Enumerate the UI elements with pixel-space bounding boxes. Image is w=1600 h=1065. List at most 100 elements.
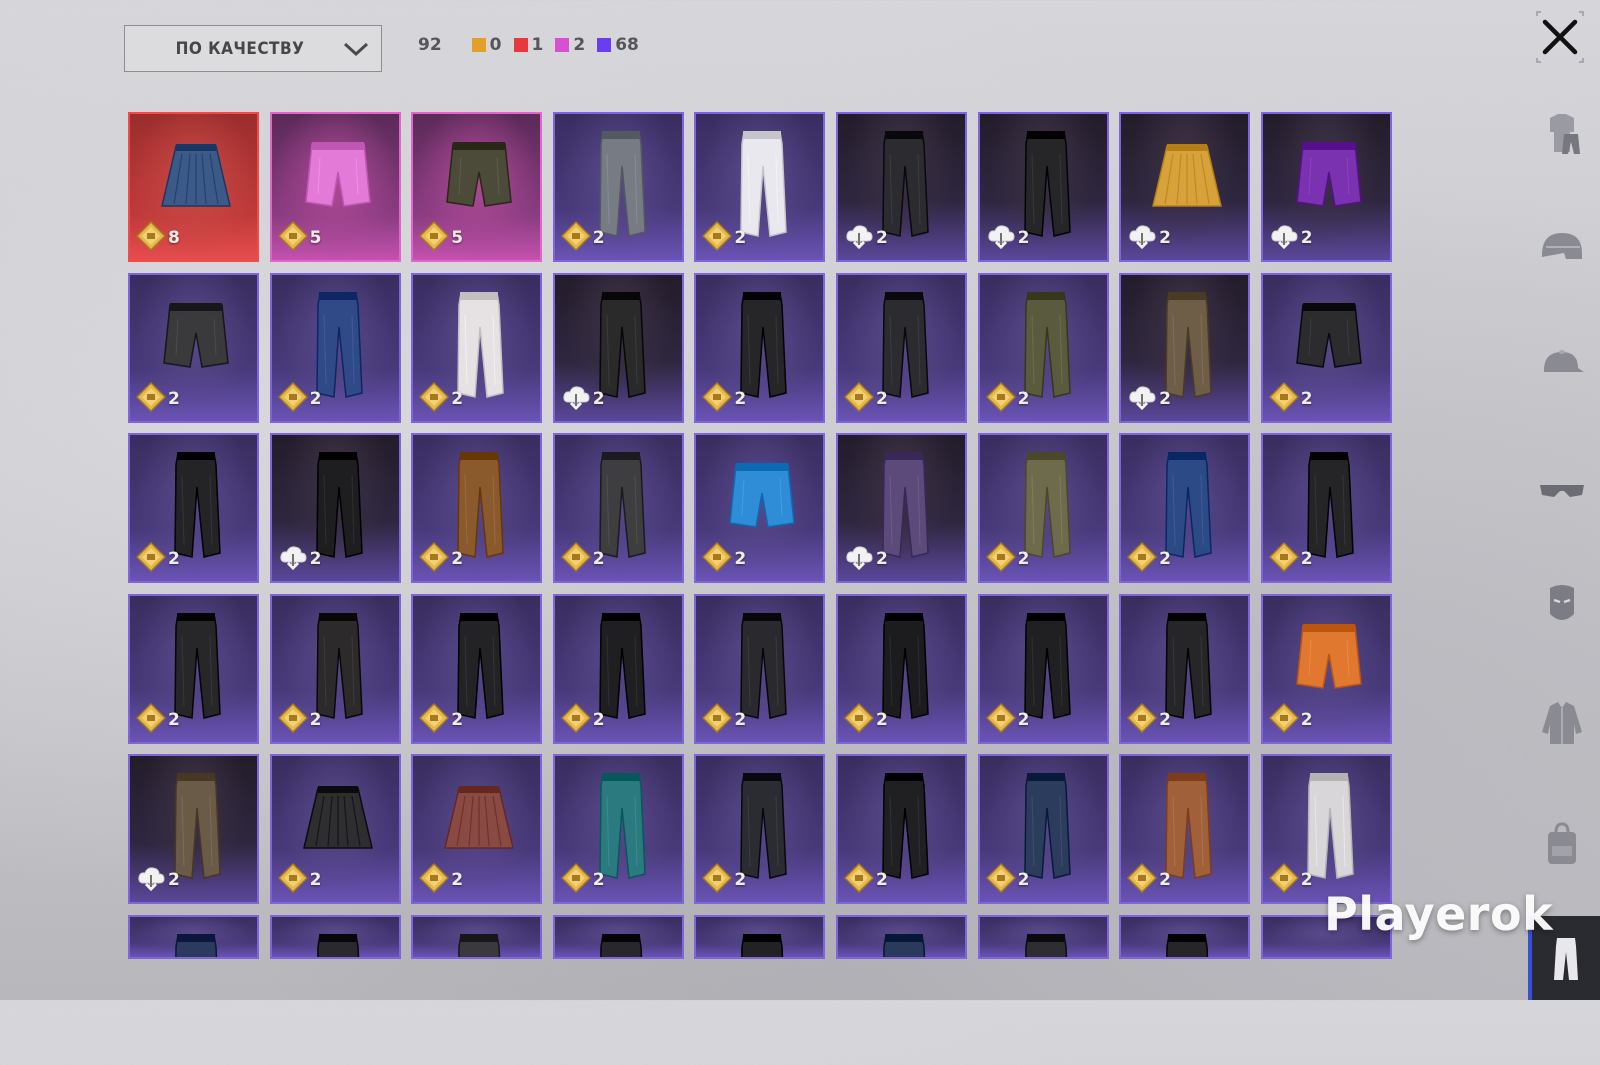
item-price-value: 2	[168, 709, 180, 730]
inventory-item-orange-floral-shorts[interactable]: 2	[1260, 593, 1392, 744]
sidebar-tab-helmet[interactable]	[1528, 215, 1596, 283]
item-price-value: 2	[168, 549, 180, 570]
inventory-item-black-neon-pants[interactable]: 2	[977, 593, 1109, 744]
cloud-download-icon	[1127, 382, 1157, 416]
item-price-badge: 2	[1127, 382, 1171, 416]
inventory-item-partial-charcoal-pants[interactable]	[977, 914, 1109, 959]
inventory-item-partial-black-pants[interactable]	[694, 914, 826, 959]
bp-coin-icon	[843, 381, 875, 416]
inventory-item-camo-slim-pants[interactable]: 2	[1119, 272, 1251, 423]
item-price-badge: 2	[985, 381, 1030, 416]
item-price-badge: 2	[419, 863, 463, 897]
bp-coin-icon	[1268, 542, 1299, 576]
inventory-item-black-torn-shorts[interactable]: 2	[128, 272, 259, 423]
sidebar-tab-cap[interactable]	[1528, 330, 1596, 398]
sort-dropdown[interactable]: ПО КАЧЕСТВУ	[124, 25, 382, 72]
inventory-item-argyle-pants[interactable]: 2	[835, 433, 967, 584]
inventory-item-black-joggers[interactable]: 2	[694, 272, 826, 423]
inventory-item-denim-pleated-skirt[interactable]: 8	[128, 112, 259, 262]
inventory-item-partial-moto-pants[interactable]	[1119, 914, 1251, 959]
inventory-item-digital-camo-pants[interactable]: 2	[552, 433, 684, 584]
item-price-badge: 2	[1268, 863, 1313, 897]
inventory-item-black-strap-pants[interactable]: 2	[269, 433, 401, 584]
bp-coin-icon	[419, 702, 450, 737]
bp-coin-icon	[1127, 702, 1158, 737]
inventory-item-black-track-pants[interactable]: 2	[835, 593, 967, 744]
inventory-item-partial-denim-pants[interactable]	[835, 914, 967, 959]
inventory-item-blue-ripped-jeans[interactable]: 2	[269, 272, 401, 423]
item-price-badge: 2	[277, 702, 321, 737]
item-price-badge: 2	[985, 702, 1029, 737]
inventory-item-dark-strapped-pants[interactable]: 2	[835, 112, 967, 262]
inventory-item-teal-jeans[interactable]: 2	[552, 754, 684, 905]
mythic-swatch	[513, 38, 528, 52]
inventory-item-dark-biker-jeans[interactable]: 2	[694, 754, 826, 905]
sidebar-tab-glasses[interactable]	[1528, 455, 1596, 523]
inventory-item-white-jeans[interactable]: 2	[1260, 754, 1392, 905]
inventory-item-red-strap-pants[interactable]: 2	[835, 272, 967, 423]
inventory-item-white-flared-pants[interactable]: 2	[694, 112, 826, 262]
inventory-item-white-patterned-leggings[interactable]: 2	[411, 272, 543, 423]
inventory-item-partial-dark-pants[interactable]	[552, 914, 684, 959]
inventory-item-bronze-leather-pants[interactable]: 2	[411, 433, 543, 584]
inventory-item-black-graffiti-pants[interactable]: 2	[1260, 433, 1392, 584]
item-price-badge: 8	[135, 220, 180, 255]
inventory-item-partial-blue-jeans[interactable]	[128, 914, 259, 959]
bp-coin-icon	[419, 220, 450, 255]
item-image	[1166, 933, 1209, 957]
inventory-item-olive-cargo-pants[interactable]: 2	[977, 272, 1109, 423]
item-price-badge: 2	[135, 381, 180, 416]
item-price-badge: 2	[135, 542, 180, 576]
item-image	[175, 933, 218, 957]
inventory-item-black-jodhpurs[interactable]: 2	[128, 433, 259, 584]
inventory-item-blue-yellow-shorts[interactable]: 2	[694, 433, 826, 584]
inventory-item-partial-star-pants[interactable]	[269, 914, 401, 959]
sidebar-tab-outfit[interactable]	[1528, 100, 1596, 168]
inventory-item-black-moto-pants[interactable]: 2	[977, 112, 1109, 262]
rarity-counts: 92 0 1 2 68	[418, 35, 641, 55]
cloud-download-icon	[136, 863, 166, 897]
inventory-item-black-red-stripe-pants[interactable]: 2	[411, 593, 543, 744]
bp-coin-icon	[985, 542, 1016, 576]
sidebar-tab-mask[interactable]	[1528, 570, 1596, 638]
item-price-value: 2	[875, 709, 888, 730]
inventory-item-khaki-pants[interactable]: 2	[977, 433, 1109, 584]
inventory-item-black-red-stitch-pants[interactable]: 2	[269, 593, 401, 744]
inventory-item-yellow-plaid-skirt[interactable]: 2	[1119, 112, 1251, 262]
item-price-value: 2	[451, 870, 464, 891]
item-price-value: 2	[592, 228, 605, 248]
item-price-value: 2	[1017, 388, 1030, 409]
inventory-item-brown-chaps[interactable]: 2	[1119, 754, 1251, 905]
item-price-value: 2	[309, 388, 322, 409]
sidebar-tab-jacket[interactable]	[1528, 690, 1596, 758]
inventory-item-black-belt-pants[interactable]: 2	[552, 272, 684, 423]
inventory-item-black-asym-pants[interactable]: 2	[1119, 593, 1251, 744]
item-price-badge: 2	[1127, 863, 1171, 897]
inventory-item-two-tone-pants[interactable]: 2	[128, 754, 259, 905]
glasses-icon	[1540, 485, 1584, 497]
bp-coin-icon	[985, 381, 1016, 416]
inventory-item-pink-shorts[interactable]: 5	[269, 112, 401, 262]
inventory-item-purple-lace-shorts[interactable]: 2	[1260, 112, 1392, 262]
inventory-item-grey-cargo-pants[interactable]: 2	[552, 112, 684, 262]
inventory-item-red-plaid-skirt[interactable]: 2	[411, 754, 543, 905]
inventory-item-black-tactical-pants[interactable]: 2	[128, 593, 259, 744]
inventory-item-black-leather-skirt[interactable]: 2	[269, 754, 401, 905]
inventory-item-black-zip-pants[interactable]: 2	[835, 754, 967, 905]
rarity-count-mythic: 1	[513, 35, 543, 55]
item-price-badge: 2	[702, 863, 746, 897]
inventory-item-black-shorts-with-boots[interactable]: 2	[1260, 272, 1392, 423]
inventory-item-blue-orange-jeans[interactable]: 2	[977, 754, 1109, 905]
item-price-badge: 2	[1268, 381, 1313, 416]
inventory-item-camo-shorts[interactable]: 5	[411, 112, 543, 262]
bp-coin-icon	[560, 702, 591, 737]
sidebar-tab-backpack[interactable]	[1528, 810, 1596, 878]
inventory-item-black-blue-patch-pants[interactable]: 2	[694, 593, 826, 744]
inventory-item-blue-jeans-pink-wrap[interactable]: 2	[1119, 433, 1251, 584]
inventory-item-partial-grey-pants[interactable]	[411, 914, 543, 959]
item-price-value: 2	[734, 549, 747, 570]
bp-coin-icon	[419, 863, 450, 897]
cloud-download-icon	[844, 542, 874, 576]
inventory-item-black-red-belt-pants[interactable]: 2	[552, 593, 684, 744]
item-price-badge: 2	[277, 863, 321, 897]
